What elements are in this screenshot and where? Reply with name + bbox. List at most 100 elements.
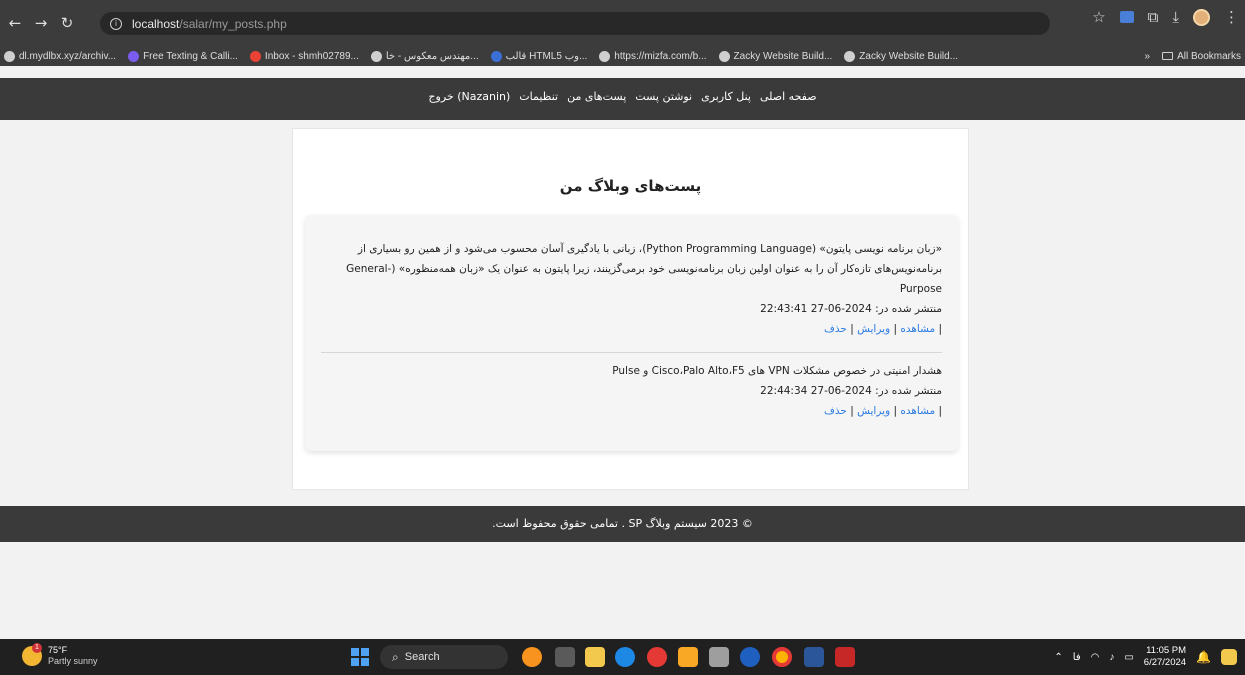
nav-write-post-link[interactable]: نوشتن پست	[635, 90, 692, 103]
post-item: «زبان برنامه نویسی پایتون» (Python Progr…	[321, 239, 942, 339]
notification-bell-icon[interactable]: 🔔	[1196, 650, 1211, 664]
red-app-icon[interactable]	[647, 647, 667, 667]
post-actions: | مشاهده | ویرایش | حذف	[824, 323, 942, 335]
copilot-icon[interactable]	[1221, 649, 1237, 665]
forward-arrow-icon[interactable]: →	[30, 14, 52, 32]
page-title: پست‌های وبلاگ من	[559, 177, 702, 195]
site-footer: © 2023 سیستم وبلاگ SP . تمامی حقوق محفوظ…	[0, 506, 1245, 542]
zacky-icon	[844, 50, 856, 62]
date: 6/27/2024	[1143, 657, 1187, 668]
post-content: «زبان برنامه نویسی پایتون» (Python Progr…	[346, 243, 942, 295]
bookmark-label: Inbox - shmh02789...	[264, 50, 359, 62]
bookmark-label: https://mizfa.com/b...	[614, 50, 707, 62]
post-published-date: منتشر شده در: 2024-06-27 22:44:34	[760, 385, 942, 397]
nav-home-link[interactable]: صفحه اصلی	[760, 90, 817, 103]
address-bar[interactable]: i localhost/salar/my_posts.php	[100, 12, 1050, 35]
post-content: هشدار امنیتی در خصوص مشکلات VPN های Cisc…	[612, 365, 942, 377]
chrome-icon[interactable]	[772, 647, 792, 667]
all-bookmarks-label: All Bookmarks	[1177, 50, 1241, 62]
site-nav: صفحه اصلی پنل کاربری نوشتن پست پست‌های م…	[0, 90, 1245, 103]
url-text: localhost/salar/my_posts.php	[132, 16, 287, 31]
delete-post-link[interactable]: حذف	[824, 323, 847, 335]
browser-toolbar: ← → ↻ i localhost/salar/my_posts.php ☆ ⧉…	[0, 0, 1245, 46]
weather-widget[interactable]: 1 75°F Partly sunny	[22, 643, 98, 667]
post-divider	[321, 352, 942, 353]
system-tray: ⌃ فا ◠ ♪ ▭ 11:05 PM 6/27/2024 🔔	[1054, 639, 1237, 675]
bookmark-label: Zacky Website Build...	[859, 50, 959, 62]
weather-temperature: 75°F	[48, 645, 68, 655]
bookmark-item[interactable]: https://mizfa.com/b...	[599, 50, 707, 62]
volume-icon[interactable]: ♪	[1109, 652, 1114, 663]
texting-icon	[128, 50, 140, 62]
delete-post-link[interactable]: حذف	[824, 405, 847, 417]
folder-icon	[1162, 51, 1174, 60]
globe-icon	[599, 50, 611, 62]
bookmark-item[interactable]: قالب HTML5 وب...	[490, 50, 587, 62]
notification-badge: 1	[32, 643, 42, 653]
zacky-icon	[718, 50, 730, 62]
bookmark-item[interactable]: Free Texting & Calli...	[128, 50, 238, 62]
search-icon: ⌕	[392, 649, 399, 664]
taskbar-search[interactable]: ⌕ Search	[380, 645, 508, 669]
back-arrow-icon[interactable]: ←	[4, 14, 26, 32]
chevron-up-icon[interactable]: ⌃	[1054, 652, 1062, 663]
word-icon[interactable]	[804, 647, 824, 667]
bookmark-label: Free Texting & Calli...	[143, 50, 238, 62]
nav-settings-link[interactable]: تنظیمات	[519, 90, 558, 103]
wifi-icon[interactable]: ◠	[1091, 652, 1100, 663]
search-label: Search	[404, 651, 440, 663]
profile-avatar[interactable]	[1193, 8, 1210, 26]
posts-list: «زبان برنامه نویسی پایتون» (Python Progr…	[305, 215, 958, 451]
bookmark-item[interactable]: Inbox - shmh02789...	[249, 50, 359, 62]
more-bookmarks-icon[interactable]: »	[1145, 51, 1151, 62]
time: 11:05 PM	[1146, 645, 1187, 656]
edit-post-link[interactable]: ویرایش	[857, 323, 890, 335]
translate-extension-icon[interactable]	[1119, 11, 1134, 23]
site-header: صفحه اصلی پنل کاربری نوشتن پست پست‌های م…	[0, 78, 1245, 120]
app-icon[interactable]	[835, 647, 855, 667]
bookmarks-bar: dl.mydlbx.xyz/archiv... Free Texting & Ca…	[0, 46, 1245, 66]
site-info-icon[interactable]: i	[110, 17, 122, 30]
bookmark-label: dl.mydlbx.xyz/archiv...	[19, 50, 117, 62]
app-icon[interactable]	[709, 647, 729, 667]
edge-browser-icon[interactable]	[615, 647, 635, 667]
task-view-icon[interactable]	[555, 647, 575, 667]
battery-icon[interactable]: ▭	[1124, 652, 1133, 663]
reload-icon[interactable]: ↻	[56, 14, 78, 32]
nav-dashboard-link[interactable]: پنل کاربری	[701, 90, 751, 103]
edit-post-link[interactable]: ویرایش	[857, 405, 890, 417]
bookmark-label: مهندس معکوس - خا...	[385, 50, 479, 62]
bookmark-item[interactable]: مهندس معکوس - خا...	[370, 50, 479, 62]
bookmark-item[interactable]: Zacky Website Build...	[718, 50, 833, 62]
nav-my-posts-link[interactable]: پست‌های من	[567, 90, 626, 103]
all-bookmarks-button[interactable]: All Bookmarks	[1162, 51, 1241, 62]
file-explorer-icon[interactable]	[585, 647, 605, 667]
sun-cloud-icon: 1	[22, 643, 42, 666]
bookmark-item[interactable]: dl.mydlbx.xyz/archiv...	[4, 50, 117, 62]
language-indicator[interactable]: فا	[1073, 652, 1081, 663]
kebab-menu-icon[interactable]: ⋮	[1224, 8, 1239, 26]
view-post-link[interactable]: مشاهده	[900, 323, 935, 335]
mail-app-icon[interactable]	[740, 647, 760, 667]
code-icon	[490, 50, 502, 62]
download-icon[interactable]: ⤓	[1172, 8, 1179, 26]
nav-logout-link[interactable]: (Nazanin) خروج	[428, 90, 510, 103]
globe-icon	[4, 50, 15, 62]
clock[interactable]: 11:05 PM 6/27/2024	[1144, 645, 1186, 669]
gmail-icon	[249, 50, 261, 62]
post-actions: | مشاهده | ویرایش | حذف	[824, 405, 942, 417]
post-published-date: منتشر شده در: 2024-06-27 22:43:41	[760, 303, 942, 315]
bookmark-item[interactable]: Zacky Website Build...	[844, 50, 959, 62]
post-item: هشدار امنیتی در خصوص مشکلات VPN های Cisc…	[321, 361, 942, 421]
main-card: پست‌های وبلاگ من «زبان برنامه نویسی پایت…	[292, 128, 969, 490]
view-post-link[interactable]: مشاهده	[900, 405, 935, 417]
pinned-app-icon[interactable]	[522, 647, 542, 667]
bookmark-label: Zacky Website Build...	[733, 50, 833, 62]
xampp-icon[interactable]	[678, 647, 698, 667]
taskbar: 1 75°F Partly sunny ⌕ Search ⌃ فا ◠ ♪ ▭ …	[0, 639, 1245, 675]
windows-start-icon[interactable]	[351, 648, 369, 666]
extensions-puzzle-icon[interactable]: ⧉	[1148, 8, 1159, 26]
star-icon[interactable]: ☆	[1092, 8, 1105, 26]
globe-icon	[370, 50, 382, 62]
bookmarks-right: » All Bookmarks	[1145, 46, 1241, 66]
